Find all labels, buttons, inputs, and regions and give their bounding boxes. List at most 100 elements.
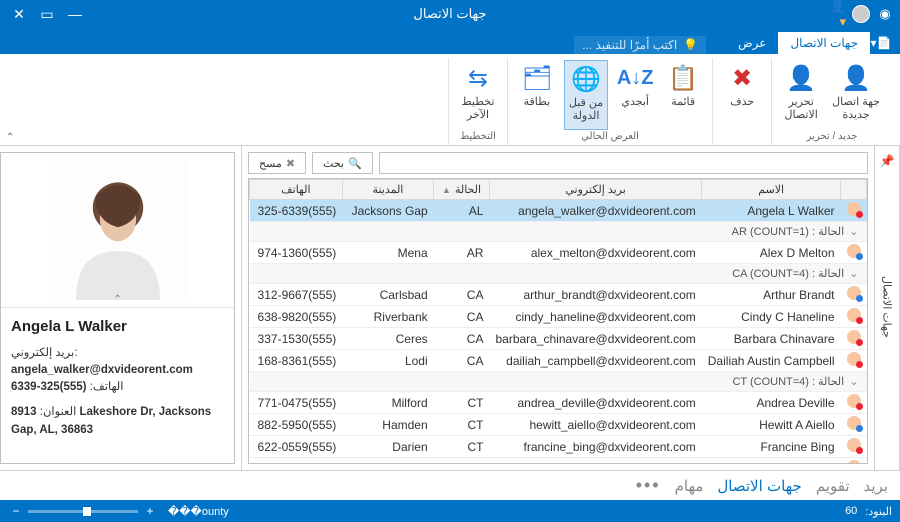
nav-more-icon[interactable]: ••• <box>636 475 661 496</box>
ribbon-tabstrip: 📄▾ جهات الاتصال عرض 💡 اكتب أمرًا للتنفيذ… <box>0 28 900 54</box>
new-contact-button[interactable]: 👤 جهة اتصال جديدة <box>828 60 884 130</box>
gender-icon <box>841 350 867 372</box>
group-title-layout: التخطيط <box>460 130 496 143</box>
cell-city: Milford <box>342 392 433 414</box>
cell-phone: 783-3811(555) <box>250 458 343 465</box>
search-input[interactable] <box>379 152 868 174</box>
tell-me-search[interactable]: 💡 اكتب أمرًا للتنفيذ ... <box>574 36 706 54</box>
ribbon-collapse-button[interactable]: ⌃ <box>6 132 14 143</box>
cell-name: Dailiah Austin Campbell <box>702 350 841 372</box>
table-row[interactable]: Barbara Chinavarebarbara_chinavare@dxvid… <box>250 328 867 350</box>
gender-icon <box>841 242 867 264</box>
tell-me-placeholder: اكتب أمرًا للتنفيذ ... <box>582 38 677 52</box>
clear-button[interactable]: ✖مسح <box>248 152 306 174</box>
edit-contact-label: تحرير الاتصال <box>785 96 818 122</box>
view-alpha-button[interactable]: A↓Z أبجدي <box>614 60 656 130</box>
cell-state: CA <box>434 328 490 350</box>
view-card-button[interactable]: 🗂 بطاقة <box>516 60 558 130</box>
detail-phone-label: الهاتف: <box>90 381 124 393</box>
help-icon[interactable]: ◉ <box>876 5 894 23</box>
pin-icon[interactable]: 📌 <box>880 154 895 168</box>
account-dropdown-icon[interactable]: 👤▾ <box>828 5 846 23</box>
detail-email-label: بريد إلكتروني: <box>11 347 77 359</box>
gender-icon <box>841 328 867 350</box>
col-state[interactable]: الحالة▲ <box>434 180 490 200</box>
view-list-button[interactable]: 📋 قائمة <box>662 60 704 130</box>
window-title: جهات الاتصال <box>0 6 900 22</box>
gender-icon <box>841 458 867 465</box>
table-row[interactable]: Dailiah Austin Campbelldailiah_campbell@… <box>250 350 867 372</box>
clear-icon: ✖ <box>286 157 295 170</box>
cell-phone: 312-9667(555) <box>250 284 343 306</box>
table-row[interactable]: Francine Bingfrancine_bing@dxvideorent.c… <box>250 436 867 458</box>
chevron-down-icon: ⌄ <box>849 268 858 280</box>
cell-name: Alex D Melton <box>702 242 841 264</box>
tab-view[interactable]: عرض <box>726 32 778 54</box>
flip-layout-button[interactable]: ⇆ تخطيط الآخر <box>457 60 499 130</box>
minimize-button[interactable]: — <box>62 4 88 24</box>
table-row[interactable]: Arthur Brandtarthur_brandt@dxvideorent.c… <box>250 284 867 306</box>
col-icon[interactable] <box>841 180 867 200</box>
delete-label: حذف <box>730 96 754 109</box>
maximize-button[interactable]: ▭ <box>34 4 60 24</box>
zoom-out-button[interactable]: − <box>8 504 24 518</box>
zoom-slider[interactable] <box>28 510 138 513</box>
cell-state: CA <box>434 350 490 372</box>
table-row[interactable]: Angela L Walkerangela_walker@dxvideorent… <box>250 200 867 222</box>
cell-email: hewitt_aiello@dxvideorent.com <box>489 414 701 436</box>
photo-expand-icon[interactable]: ⌃ <box>113 294 121 305</box>
records-label: البنود: <box>865 505 892 518</box>
nav-tasks[interactable]: مهام <box>675 477 704 495</box>
zoom-in-button[interactable]: + <box>142 504 158 518</box>
bulb-icon: 💡 <box>683 38 698 52</box>
zoom-handle-icon[interactable]: ���ounty <box>168 505 229 518</box>
cell-email: dailiah_campbell@dxvideorent.com <box>489 350 701 372</box>
cell-city: Riverbank <box>342 306 433 328</box>
group-row[interactable]: ⌄ الحالة : AR (COUNT=1) <box>250 222 867 242</box>
nav-calendar[interactable]: تقويم <box>816 477 850 495</box>
zoom-control[interactable]: − + ���ounty <box>8 504 229 518</box>
cell-state: CT <box>434 414 490 436</box>
nav-mail[interactable]: بريد <box>864 477 889 495</box>
right-rail-label: جهات الاتصال <box>881 276 894 338</box>
cell-city: Hamden <box>342 414 433 436</box>
chevron-down-icon: ⌄ <box>849 376 858 388</box>
table-row[interactable]: Andrea Devilleandrea_deville@dxvideorent… <box>250 392 867 414</box>
col-phone[interactable]: الهاتف <box>250 180 343 200</box>
nav-contacts[interactable]: جهات الاتصال <box>717 477 801 495</box>
search-icon: 🔍 <box>348 157 362 170</box>
cell-email: barbara_chinavare@dxvideorent.com <box>489 328 701 350</box>
col-city[interactable]: المدينة <box>342 180 433 200</box>
user-avatar[interactable] <box>852 5 870 23</box>
photo-placeholder-icon <box>48 160 188 300</box>
delete-button[interactable]: ✖ حذف <box>721 60 763 141</box>
cell-city: Ceres <box>342 328 433 350</box>
find-button[interactable]: 🔍 بحث <box>312 152 373 174</box>
table-row[interactable]: Hewitt A Aiellohewitt_aiello@dxvideorent… <box>250 414 867 436</box>
find-label: بحث <box>323 157 344 170</box>
table-row[interactable]: Cindy C Hanelinecindy_haneline@dxvideore… <box>250 306 867 328</box>
edit-contact-button[interactable]: 👤 تحرير الاتصال <box>780 60 822 130</box>
table-row[interactable]: Barbara L Fairclothbarbara_faircloth@dxv… <box>250 458 867 465</box>
close-button[interactable]: ✕ <box>6 4 32 24</box>
title-bar: ✕ ▭ — جهات الاتصال ◉ 👤▾ <box>0 0 900 28</box>
view-by-state-button[interactable]: 🌐 من قبل الدولة <box>564 60 608 130</box>
gender-icon <box>841 200 867 222</box>
cell-name: Cindy C Haneline <box>702 306 841 328</box>
col-email[interactable]: بريد إلكتروني <box>489 180 701 200</box>
chevron-down-icon: ⌄ <box>849 226 858 238</box>
col-name[interactable]: الاسم <box>702 180 841 200</box>
group-row[interactable]: ⌄ الحالة : CT (COUNT=4) <box>250 372 867 392</box>
cell-name: Andrea Deville <box>702 392 841 414</box>
view-alpha-label: أبجدي <box>621 96 649 109</box>
group-row[interactable]: ⌄ الحالة : CA (COUNT=4) <box>250 264 867 284</box>
detail-name: Angela L Walker <box>11 316 224 339</box>
cell-city: Darien <box>342 436 433 458</box>
table-row[interactable]: Alex D Meltonalex_melton@dxvideorent.com… <box>250 242 867 264</box>
cell-email: cindy_haneline@dxvideorent.com <box>489 306 701 328</box>
cell-email: arthur_brandt@dxvideorent.com <box>489 284 701 306</box>
cell-city: Lodi <box>342 350 433 372</box>
gender-icon <box>841 414 867 436</box>
tab-contacts[interactable]: جهات الاتصال <box>778 32 870 54</box>
file-menu-button[interactable]: 📄▾ <box>870 32 892 54</box>
